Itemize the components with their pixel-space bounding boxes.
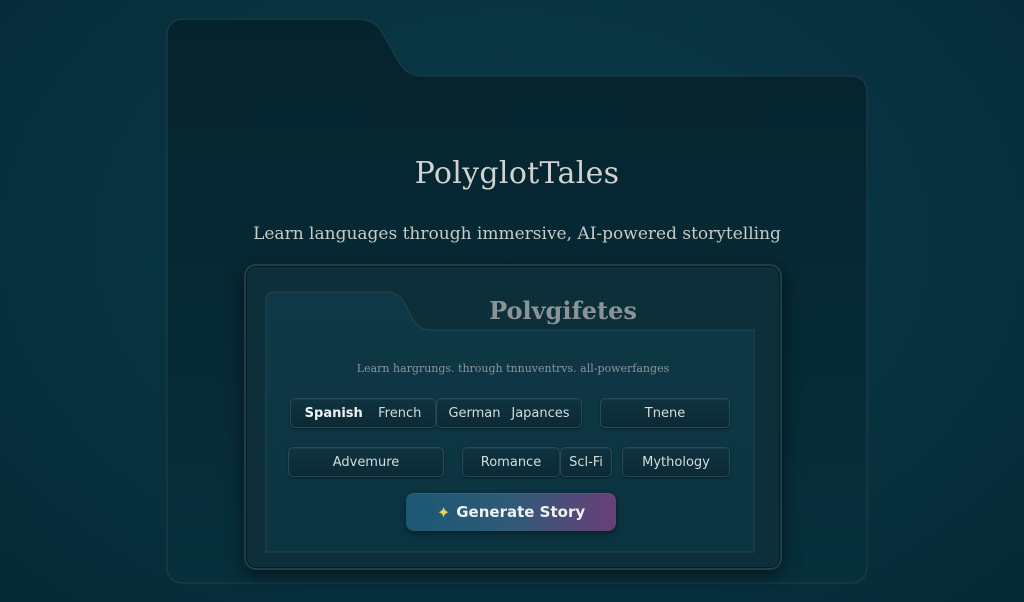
app-title: PolyglotTales (414, 156, 620, 191)
genre-label: Romance (480, 454, 542, 470)
language-option-french[interactable]: French (378, 406, 421, 421)
genre-romance[interactable]: Romance (462, 447, 560, 477)
language-option-japanese[interactable]: Japances (511, 406, 569, 421)
genre-label: Scl-Fi (569, 454, 603, 470)
card-title: Polvgifetes (489, 296, 637, 325)
genre-adventure[interactable]: Advemure (288, 447, 444, 477)
language-selector-group-2: German Japances (436, 398, 582, 428)
genre-mythology[interactable]: Mythology (622, 447, 730, 477)
genre-label: Advemure (332, 454, 400, 470)
theme-field-label: Tnene (644, 405, 686, 421)
language-option-spanish[interactable]: Spanish (305, 406, 363, 421)
genre-scifi[interactable]: Scl-Fi (560, 447, 612, 477)
card-subtitle: Learn hargrungs. through tnnuventrvs. al… (356, 362, 670, 375)
generate-story-button[interactable]: ✦ Generate Story (406, 493, 616, 531)
theme-field[interactable]: Tnene (600, 398, 730, 428)
generate-story-label: Generate Story (456, 503, 586, 521)
app-subtitle: Learn languages through immersive, AI-po… (253, 224, 781, 244)
genre-label: Mythology (642, 454, 710, 470)
language-option-german[interactable]: German (448, 406, 500, 421)
sparkle-icon: ✦ (436, 502, 451, 522)
language-selector-group-1: Spanish French (290, 398, 436, 428)
story-generator-panel: Polvgifetes Learn hargrungs. through tnn… (244, 264, 782, 570)
outer-folder-card: PolyglotTales Learn languages through im… (166, 18, 868, 584)
